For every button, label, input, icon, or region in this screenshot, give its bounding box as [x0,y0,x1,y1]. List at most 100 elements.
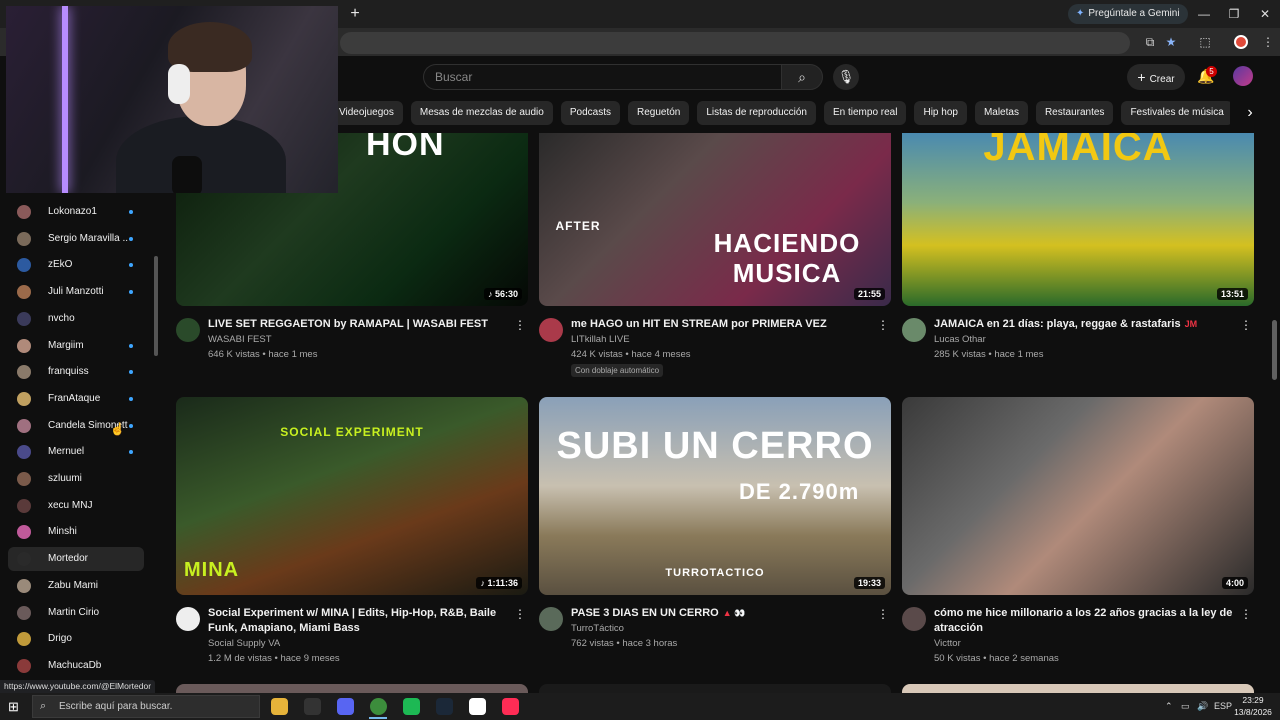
restore-button[interactable]: ❐ [1219,4,1249,24]
volume-icon[interactable]: 🔊 [1197,699,1208,714]
steam-icon[interactable] [436,698,453,715]
obs-icon[interactable] [304,698,321,715]
filter-chip[interactable]: Videojuegos [330,101,403,125]
video-title[interactable]: Social Experiment w/ MINA | Edits, Hip-H… [208,606,508,636]
new-tab-button[interactable]: + [345,4,365,24]
filter-chip[interactable]: Hip hop [914,101,967,125]
sidebar-channel-item[interactable]: xecu MNJ [8,494,144,518]
more-options-icon[interactable]: ⋮ [877,606,889,622]
video-title[interactable]: PASE 3 DIAS EN UN CERRO ▲ 👀 [571,606,871,621]
video-title[interactable]: me HAGO un HIT EN STREAM por PRIMERA VEZ [571,317,871,332]
filter-chip[interactable]: Reguetón [627,101,690,125]
voice-search-button[interactable]: 🎙 [833,64,859,90]
sidebar-channel-item[interactable]: Martin Cirio [8,601,144,625]
filter-chip[interactable]: En tiempo real [823,101,907,125]
channel-avatar[interactable] [902,318,926,342]
language-indicator[interactable]: ESP [1214,699,1232,714]
video-thumbnail[interactable]: JAMAICA 13:51 [902,133,1254,306]
search-button[interactable]: ⌕ [781,64,823,90]
sidebar-channel-item[interactable]: zEkO [8,253,144,277]
search-input[interactable]: Buscar [423,64,781,90]
filter-chip[interactable]: Mesas de mezclas de audio [410,101,553,125]
sidebar-channel-item[interactable]: Juli Manzotti [8,280,144,304]
video-card[interactable]: SUBI UN CERRO DE 2.790m TURROTACTICO 19:33 P… [539,397,891,685]
more-options-icon[interactable]: ⋮ [877,317,889,333]
video-thumbnail[interactable]: SUBI UN CERRO DE 2.790m TURROTACTICO 19:33 [539,397,891,595]
channel-name-link[interactable]: TurroTáctico [571,621,624,636]
more-options-icon[interactable]: ⋮ [514,317,526,333]
video-card[interactable]: HACIENDO MUSICA AFTER 21:55 me HAGO un HIT … [539,133,891,396]
browser-menu-icon[interactable]: ⋮ [1258,32,1278,52]
filter-chip[interactable]: Restaurantes [1035,101,1114,125]
video-title[interactable]: LIVE SET REGGAETON by RAMAPAL | WASABI F… [208,317,508,332]
channel-name-link[interactable]: Social Supply VA [208,636,280,651]
sidebar-channel-item[interactable]: Lokonazo1 [8,200,144,224]
sidebar-scrollbar[interactable] [154,256,158,356]
filter-chip[interactable]: Podcasts [560,101,620,125]
account-avatar[interactable] [1233,66,1253,86]
sidebar-channel-item[interactable]: franquiss [8,360,144,384]
sidebar-channel-item[interactable]: szluumi [8,467,144,491]
video-title[interactable]: cómo me hice millonario a los 22 años gr… [934,606,1234,636]
channel-avatar[interactable] [176,607,200,631]
extensions-icon[interactable]: ⬚ [1195,32,1215,52]
discord-icon[interactable] [337,698,354,715]
video-thumbnail-partial[interactable] [539,684,891,693]
channel-avatar[interactable] [902,607,926,631]
sidebar-channel-item[interactable]: Drigo [8,627,144,651]
video-thumbnail[interactable]: MINA SOCIAL EXPERIMENT ♪ 1:11:36 [176,397,528,595]
more-options-icon[interactable]: ⋮ [1240,317,1252,333]
browser-profile-avatar[interactable] [1234,35,1248,49]
chrome-icon[interactable] [370,698,387,715]
spotify-icon[interactable] [403,698,420,715]
sidebar-channel-item[interactable]: MachucaDb [8,654,144,678]
sidebar-channel-item[interactable]: Mortedor [8,547,144,572]
more-options-icon[interactable]: ⋮ [1240,606,1252,622]
video-card[interactable]: 4:00 cómo me hice millonario a los 22 año… [902,397,1254,685]
sidebar-channel-item[interactable]: FranAtaque [8,387,144,411]
system-clock[interactable]: 23:29 13/8/2026 [1232,694,1274,718]
channel-avatar[interactable] [176,318,200,342]
create-button[interactable]: + Crear [1127,64,1185,90]
sidebar-channel-item[interactable]: nvcho [8,307,144,331]
channel-name-link[interactable]: WASABI FEST [208,332,272,347]
tiktok-icon[interactable] [502,698,519,715]
video-thumbnail-partial[interactable] [902,684,1254,693]
video-card[interactable]: MINA SOCIAL EXPERIMENT ♪ 1:11:36 Social Exp… [176,397,528,685]
chips-next-arrow-icon[interactable]: › [1238,101,1262,125]
more-options-icon[interactable]: ⋮ [514,606,526,622]
channel-avatar[interactable] [539,318,563,342]
subscriptions-sidebar: Lokonazo1 Sergio Maravilla ... zEkO Juli Ma… [0,196,160,680]
video-title[interactable]: JAMAICA en 21 días: playa, reggae & rast… [934,317,1234,332]
channel-name-link[interactable]: Victtor [934,636,961,651]
sidebar-channel-item[interactable]: Sergio Maravilla ... [8,227,144,251]
close-window-button[interactable]: ✕ [1250,4,1280,24]
video-thumbnail-partial[interactable] [176,684,528,693]
minimize-button[interactable]: — [1189,4,1219,24]
filter-chip[interactable]: Festivales de música [1121,101,1230,125]
channel-name-link[interactable]: Lucas Othar [934,332,986,347]
tray-chevron-icon[interactable]: ⌃ [1165,699,1173,714]
sidebar-channel-item[interactable]: Margiim [8,334,144,358]
windows-start-icon[interactable]: ⊞ [8,699,23,714]
channel-name-link[interactable]: LITkillah LIVE [571,332,630,347]
sidebar-channel-item[interactable]: Zabu Mami [8,574,144,598]
filter-chip[interactable]: Maletas [974,101,1028,125]
capcut-icon[interactable] [469,698,486,715]
gemini-button[interactable]: ✦ Pregúntale a Gemini [1068,4,1188,24]
taskbar-search-input[interactable]: Escribe aquí para buscar. [32,695,260,718]
channel-avatar[interactable] [539,607,563,631]
bookmark-star-icon[interactable]: ★ [1161,32,1181,52]
network-icon[interactable]: ▭ [1181,699,1190,714]
address-field[interactable] [340,32,1130,54]
sidebar-channel-item[interactable]: Minshi [8,520,144,544]
file-explorer-icon[interactable] [271,698,288,715]
install-app-icon[interactable]: ⧉ [1140,32,1160,52]
channel-name: zEkO [48,259,73,271]
page-scrollbar[interactable] [1272,320,1277,380]
video-card[interactable]: JAMAICA 13:51 JAMAICA en 21 días: playa, r… [902,133,1254,396]
filter-chip[interactable]: Listas de reproducción [697,101,816,125]
video-thumbnail[interactable]: HACIENDO MUSICA AFTER 21:55 [539,133,891,306]
sidebar-channel-item[interactable]: Mernuel [8,440,144,464]
video-thumbnail[interactable]: 4:00 [902,397,1254,595]
